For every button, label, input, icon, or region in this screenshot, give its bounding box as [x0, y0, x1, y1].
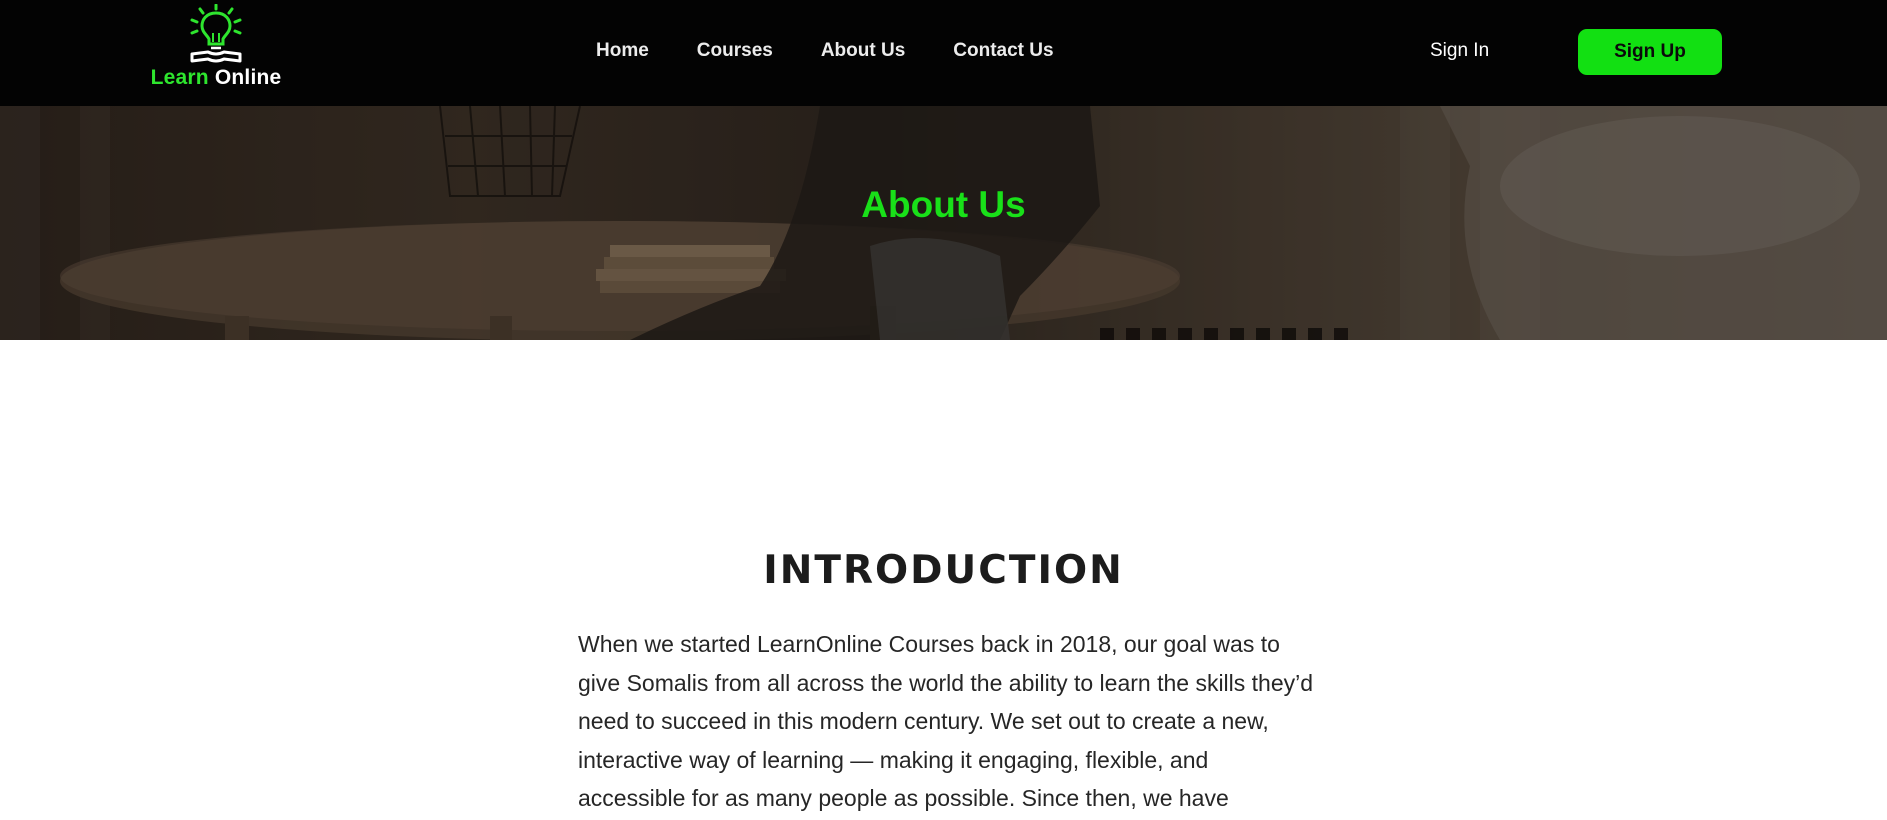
introduction-heading: INTRODUCTION: [763, 548, 1124, 593]
site-logo[interactable]: Learn Online: [148, 4, 284, 90]
nav-courses-link[interactable]: Courses: [697, 40, 773, 62]
logo-wordmark: Learn Online: [148, 66, 284, 90]
logo-word-learn: Learn: [150, 66, 209, 89]
logo-word-online: Online: [214, 66, 282, 89]
nav-home-link[interactable]: Home: [596, 40, 649, 62]
introduction-paragraph: When we started LearnOnline Courses back…: [578, 631, 1314, 811]
top-navbar: Learn Online Home Courses About Us Conta…: [0, 0, 1887, 106]
sign-in-link[interactable]: Sign In: [1430, 40, 1489, 62]
main-nav: Home Courses About Us Contact Us: [596, 40, 1102, 62]
hero-banner: About Us: [0, 106, 1887, 340]
sign-up-button[interactable]: Sign Up: [1578, 29, 1722, 75]
nav-about-link[interactable]: About Us: [821, 40, 905, 62]
hero-title: About Us: [861, 183, 1026, 225]
nav-contact-link[interactable]: Contact Us: [953, 40, 1053, 62]
lightbulb-book-icon: [190, 4, 242, 63]
introduction-section: INTRODUCTION When we started LearnOnline…: [0, 548, 1887, 811]
